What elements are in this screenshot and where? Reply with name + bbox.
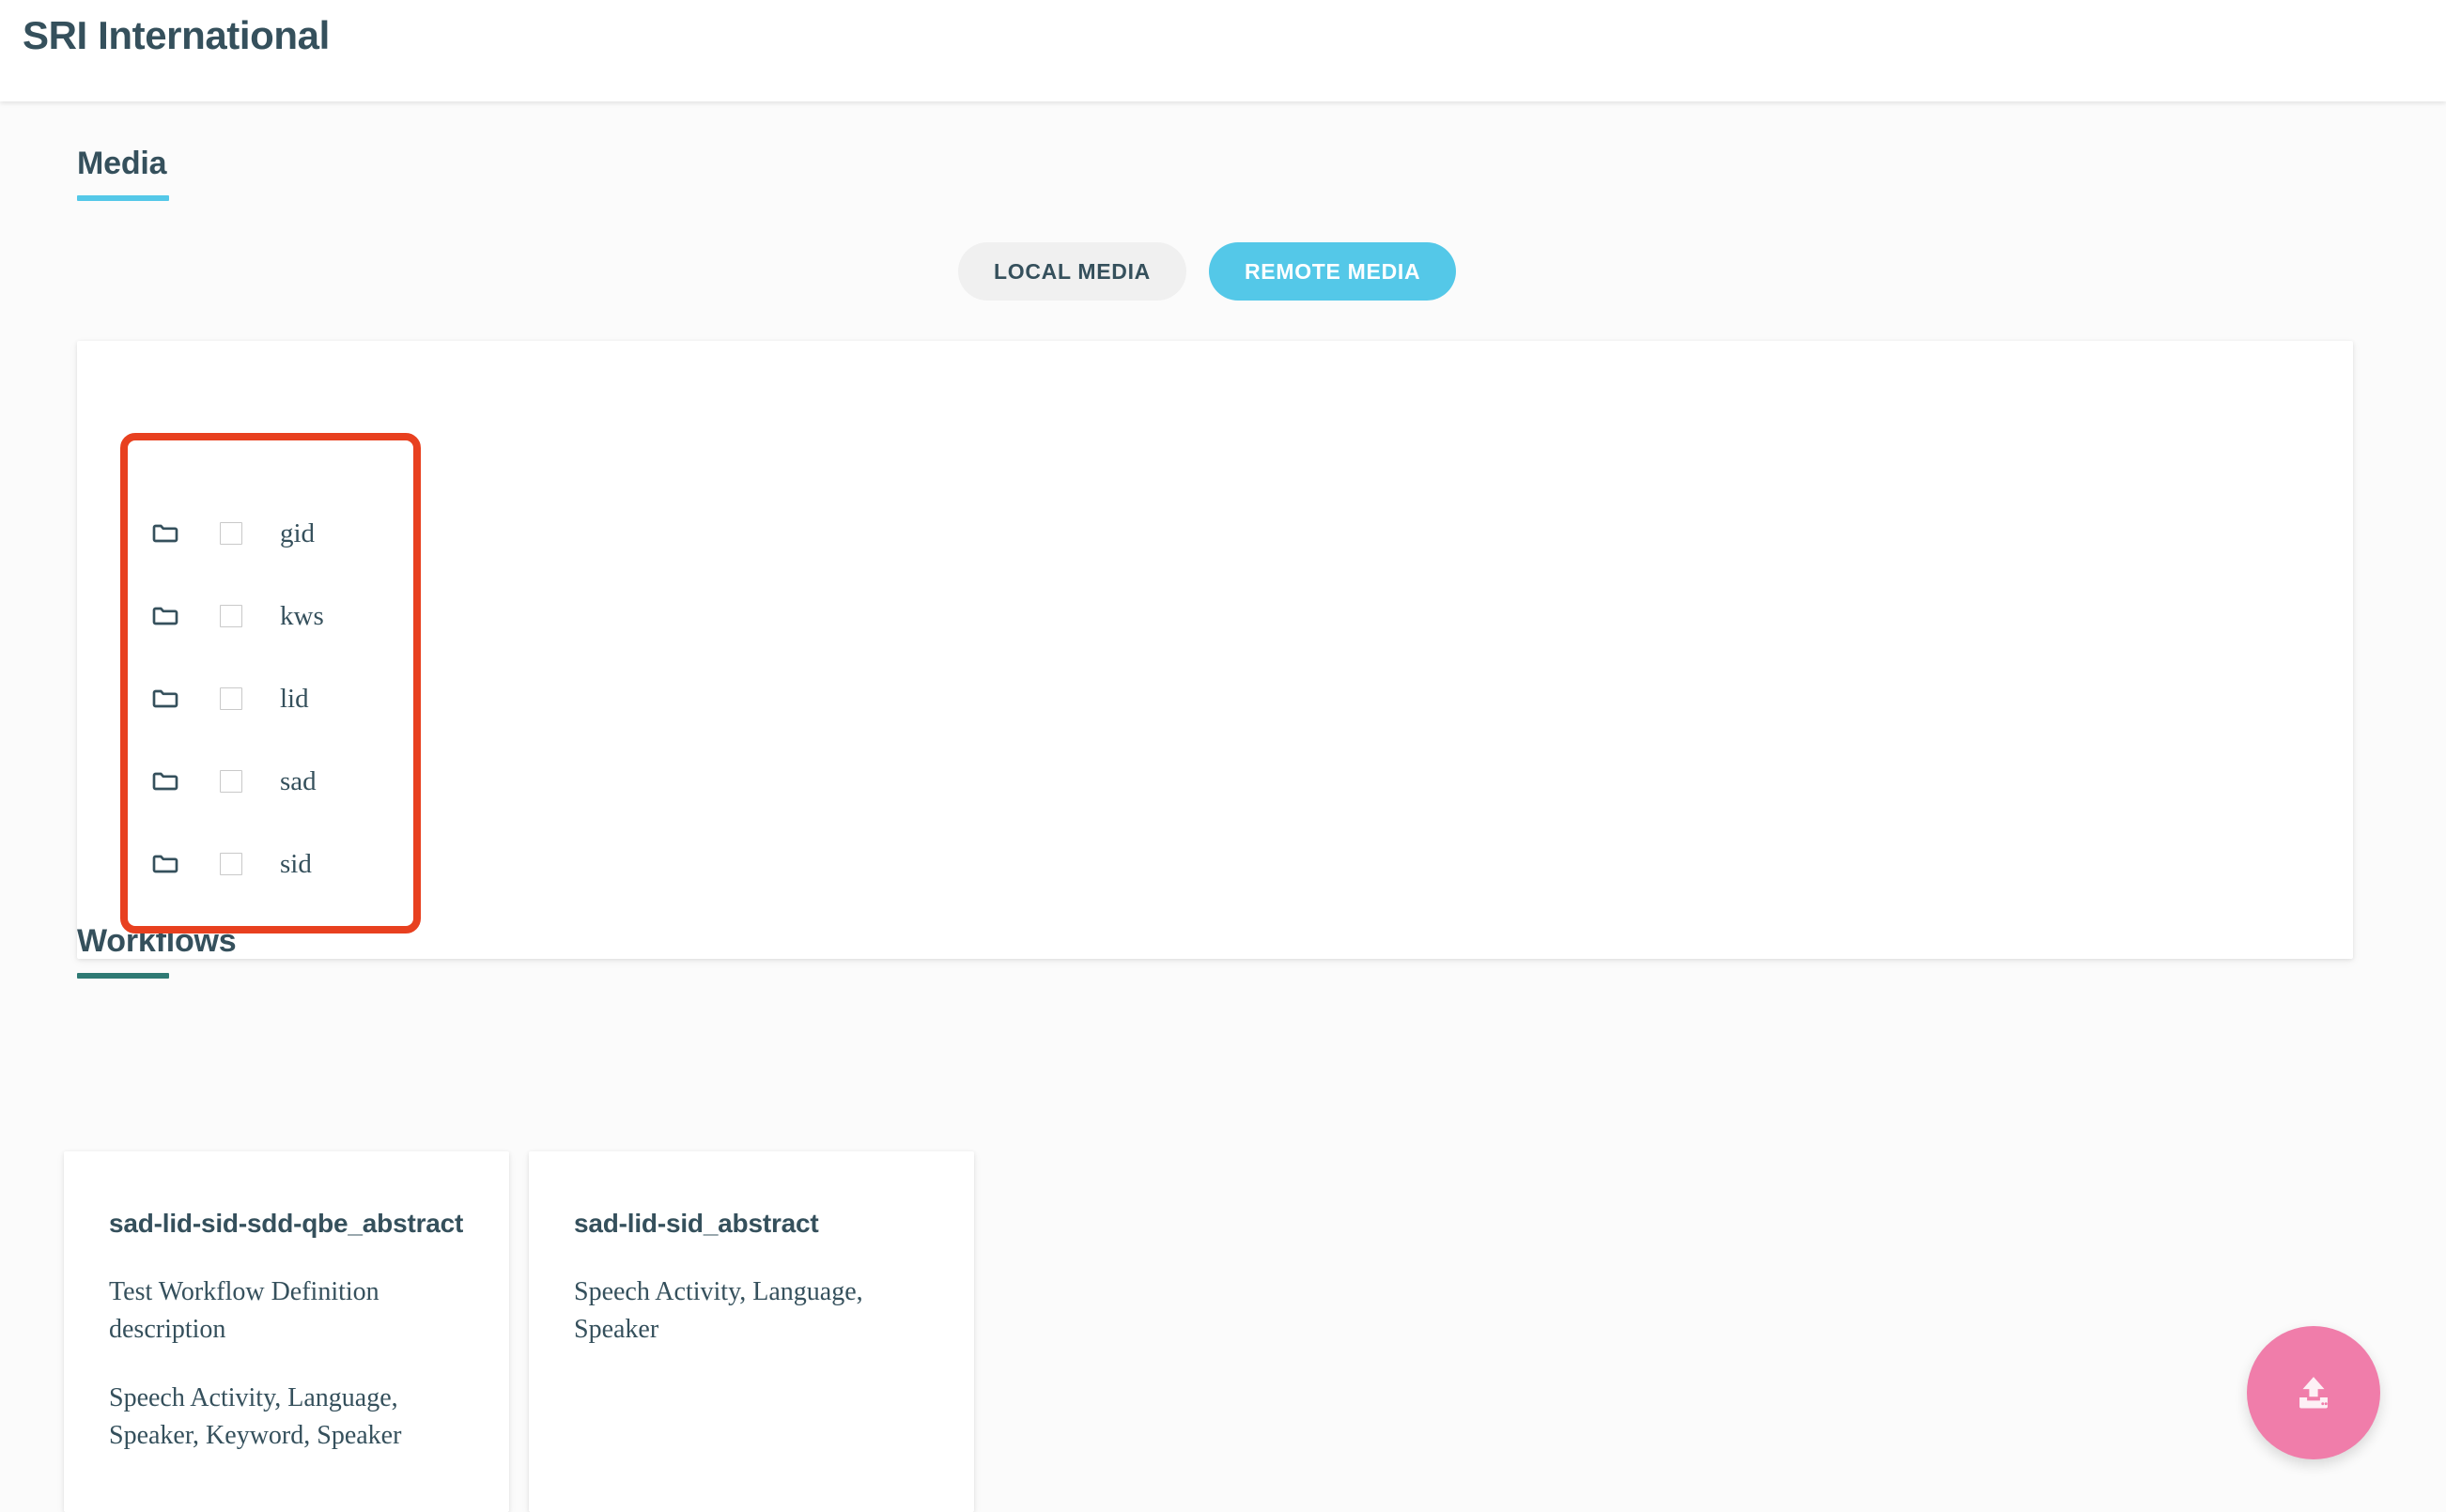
- media-folder-list: gid kws lid sad sid: [150, 492, 413, 905]
- folder-icon: [150, 518, 180, 548]
- folder-label: sad: [280, 765, 317, 796]
- folder-label: lid: [280, 683, 309, 714]
- media-source-toggle: LOCAL MEDIA REMOTE MEDIA: [958, 242, 1457, 301]
- page-content: Media LOCAL MEDIA REMOTE MEDIA gid kws lid…: [0, 101, 2446, 1512]
- remote-media-button[interactable]: REMOTE MEDIA: [1209, 242, 1457, 301]
- local-media-button[interactable]: LOCAL MEDIA: [958, 242, 1186, 301]
- folder-checkbox[interactable]: [220, 522, 242, 545]
- workflows-section-underline: [77, 973, 169, 979]
- folder-row[interactable]: sad: [150, 740, 413, 823]
- workflows-section-title: Workflows: [77, 923, 237, 959]
- folder-checkbox[interactable]: [220, 853, 242, 875]
- folder-label: kws: [280, 600, 324, 631]
- folder-checkbox[interactable]: [220, 605, 242, 627]
- folder-row[interactable]: sid: [150, 823, 413, 905]
- folder-checkbox[interactable]: [220, 770, 242, 793]
- app-header: SRI International: [0, 0, 2446, 101]
- media-section-title: Media: [77, 146, 167, 181]
- workflow-title: sad-lid-sid-sdd-qbe_abstract: [109, 1209, 464, 1238]
- folder-label: gid: [280, 517, 316, 548]
- folder-row[interactable]: lid: [150, 657, 413, 740]
- workflow-tags: Speech Activity, Language, Speaker, Keyw…: [109, 1383, 402, 1451]
- upload-icon: [2292, 1371, 2335, 1414]
- workflow-description: Test Workflow Definition description: [109, 1276, 379, 1344]
- workflow-title: sad-lid-sid_abstract: [574, 1209, 819, 1238]
- workflow-tags: Speech Activity, Language, Speaker: [574, 1276, 863, 1344]
- upload-fab-button[interactable]: [2247, 1326, 2380, 1459]
- workflow-card[interactable]: sad-lid-sid_abstract Speech Activity, Lan…: [529, 1151, 974, 1512]
- app-title: SRI International: [23, 13, 330, 57]
- workflow-card-list: sad-lid-sid-sdd-qbe_abstract Test Workflo…: [64, 1151, 994, 1512]
- workflow-card[interactable]: sad-lid-sid-sdd-qbe_abstract Test Workflo…: [64, 1151, 509, 1512]
- folder-row[interactable]: gid: [150, 492, 413, 575]
- folder-label: sid: [280, 848, 312, 879]
- folder-icon: [150, 849, 180, 879]
- folder-icon: [150, 766, 180, 796]
- folder-icon: [150, 684, 180, 714]
- folder-checkbox[interactable]: [220, 687, 242, 710]
- folder-icon: [150, 601, 180, 631]
- folder-row[interactable]: kws: [150, 575, 413, 657]
- media-browser-panel: [77, 341, 2353, 959]
- media-section-underline: [77, 195, 169, 201]
